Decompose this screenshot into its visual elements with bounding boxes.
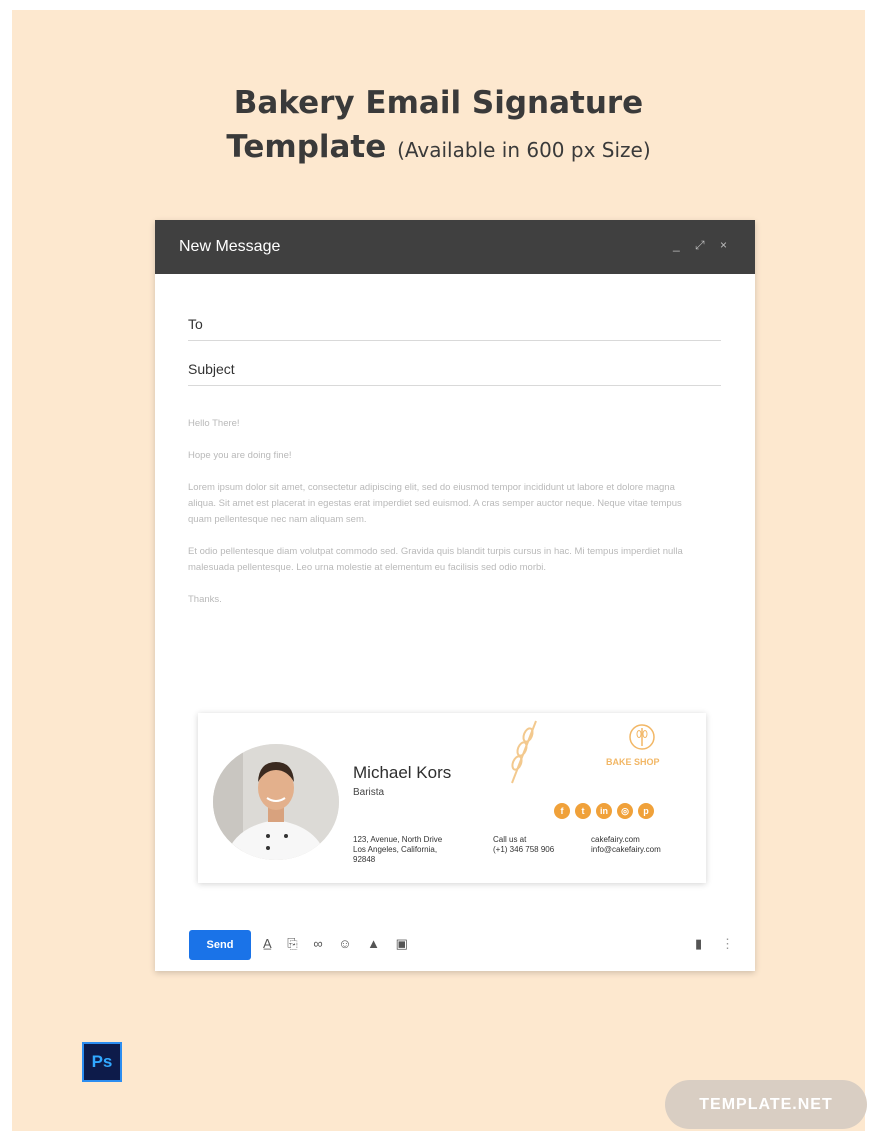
- compose-title: New Message: [179, 238, 281, 255]
- poster-background: Bakery Email Signature Template (Availab…: [12, 10, 867, 1131]
- signature-card: Michael Kors Barista BAKE SHOP f t in ◎ p: [198, 713, 706, 883]
- window-controls[interactable]: _ ⤢ ×: [673, 238, 733, 253]
- message-body[interactable]: Hello There! Hope you are doing fine! Lo…: [188, 416, 700, 624]
- social-icons: f t in ◎ p: [554, 801, 659, 819]
- signature-web: cakefairy.com info@cakefairy.com: [591, 835, 701, 855]
- instagram-icon[interactable]: ◎: [617, 803, 633, 819]
- to-label: To: [188, 316, 203, 332]
- send-button[interactable]: Send: [189, 930, 251, 960]
- facebook-icon[interactable]: f: [554, 803, 570, 819]
- photo-icon[interactable]: ▣: [396, 936, 408, 951]
- signature-name: Michael Kors: [353, 763, 452, 782]
- body-para1: Lorem ipsum dolor sit amet, consectetur …: [188, 482, 682, 525]
- brand-name: BAKE SHOP: [606, 757, 660, 767]
- avatar: [213, 744, 339, 860]
- headline: Bakery Email Signature Template (Availab…: [12, 82, 865, 171]
- body-closing: Thanks.: [188, 594, 222, 605]
- linkedin-icon[interactable]: in: [596, 803, 612, 819]
- to-field[interactable]: To: [188, 296, 721, 341]
- subject-field[interactable]: Subject: [188, 341, 721, 386]
- body-para2: Et odio pellentesque diam volutpat commo…: [188, 546, 683, 573]
- address-line3: 92848: [353, 855, 376, 864]
- call-label: Call us at: [493, 835, 527, 844]
- headline-line1: Bakery Email Signature: [233, 85, 644, 121]
- trash-icon[interactable]: ▮: [695, 936, 702, 952]
- more-options-icon[interactable]: ⋮: [721, 936, 734, 952]
- signature-phone: Call us at (+1) 346 758 906: [493, 835, 583, 855]
- subject-label: Subject: [188, 361, 235, 377]
- email-address: info@cakefairy.com: [591, 845, 661, 854]
- wheat-icon: [511, 720, 537, 784]
- emoji-icon[interactable]: ☺: [338, 936, 351, 951]
- format-text-icon[interactable]: A̲: [263, 936, 272, 951]
- signature-role: Barista: [353, 787, 385, 798]
- compose-window: New Message _ ⤢ × To Subject Hello There…: [155, 220, 755, 971]
- headline-template-word: Template: [226, 129, 387, 165]
- template-net-watermark: TEMPLATE.NET: [665, 1080, 867, 1129]
- signature-address: 123, Avenue, North Drive Los Angeles, Ca…: [353, 835, 483, 865]
- twitter-icon[interactable]: t: [575, 803, 591, 819]
- drive-icon[interactable]: ▲: [367, 936, 380, 951]
- phone-number: (+1) 346 758 906: [493, 845, 555, 854]
- website: cakefairy.com: [591, 835, 640, 844]
- body-line2: Hope you are doing fine!: [188, 450, 292, 461]
- compose-toolbar: A̲ ⎘ ∞ ☺ ▲ ▣: [263, 936, 420, 952]
- address-line1: 123, Avenue, North Drive: [353, 835, 443, 844]
- bakery-logo-icon: [629, 724, 655, 750]
- headline-line2: Template (Available in 600 px Size): [12, 126, 865, 171]
- body-greeting: Hello There!: [188, 418, 240, 429]
- address-line2: Los Angeles, California,: [353, 845, 438, 854]
- attach-icon[interactable]: ⎘: [287, 936, 297, 951]
- headline-size-note: (Available in 600 px Size): [397, 138, 651, 162]
- pinterest-icon[interactable]: p: [638, 803, 654, 819]
- link-icon[interactable]: ∞: [313, 936, 322, 951]
- compose-titlebar: New Message _ ⤢ ×: [155, 220, 755, 274]
- photoshop-badge: Ps: [82, 1042, 122, 1082]
